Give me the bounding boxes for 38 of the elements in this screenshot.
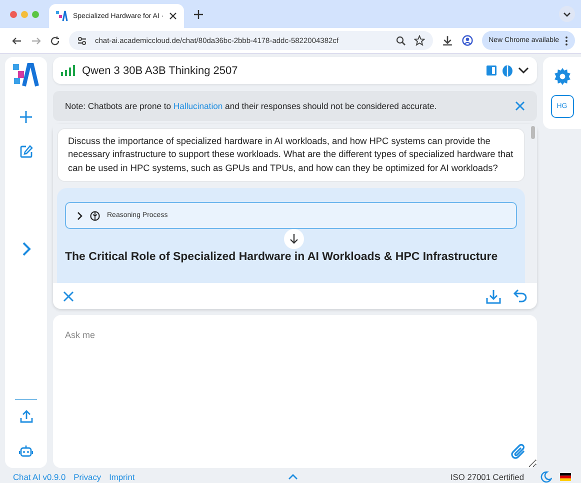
model-selector[interactable]: Qwen 3 30B A3B Thinking 2507 (53, 57, 537, 84)
paperclip-icon[interactable] (511, 444, 527, 461)
logo-icon[interactable] (13, 63, 39, 87)
window-close-button[interactable] (10, 10, 17, 18)
logo-icon (56, 10, 68, 22)
scrollbar-thumb[interactable] (531, 126, 535, 139)
undo-icon[interactable] (513, 289, 527, 303)
back-arrow-icon[interactable] (12, 36, 22, 46)
close-icon[interactable] (169, 12, 177, 20)
reload-icon[interactable] (50, 36, 60, 46)
flag-icon[interactable] (560, 472, 571, 480)
zoom-icon[interactable] (396, 36, 406, 46)
new-tab-icon[interactable] (194, 10, 203, 18)
settings-icon[interactable] (554, 68, 570, 85)
response-heading: The Critical Role of Specialized Hardware in AI Workloads & HPC Infrastructure (65, 251, 499, 264)
chevron-right-icon (76, 212, 83, 220)
message-input[interactable]: Ask me (53, 315, 537, 468)
profile-icon[interactable] (462, 35, 473, 46)
scroll-down-button[interactable] (284, 229, 304, 250)
user-message: Discuss the importance of specialized hardware in AI workloads, and how HPC systems can provide the necessary infrastructure to support these workloads. What are the different types of specialized hardware that can be used in HPC systems, such as GPUs and TPUs, and how can they be optimized for AI workloads? (57, 128, 525, 182)
more-icon[interactable] (565, 36, 568, 46)
star-icon[interactable] (414, 35, 425, 46)
disclaimer-text: Note: Chatbots are prone to Hallucination and their responses should not be considered accurate. (65, 101, 438, 111)
site-settings-icon[interactable] (77, 36, 87, 46)
chevron-up-icon[interactable] (288, 474, 298, 480)
certification-text: ISO 27001 Certified (450, 472, 524, 482)
chevron-down-icon[interactable] (559, 6, 575, 22)
chevron-right-icon[interactable] (22, 242, 30, 256)
robot-icon[interactable] (19, 445, 33, 458)
signal-icon (61, 65, 75, 76)
model-name: Qwen 3 30B A3B Thinking 2507 (82, 64, 238, 76)
forward-arrow-icon[interactable] (31, 36, 41, 46)
download-icon[interactable] (442, 35, 453, 46)
moon-icon[interactable] (540, 470, 552, 482)
plus-icon[interactable] (20, 111, 32, 123)
upload-icon[interactable] (20, 410, 32, 423)
chevron-down-icon[interactable] (518, 67, 529, 74)
edit-icon[interactable] (20, 145, 32, 158)
